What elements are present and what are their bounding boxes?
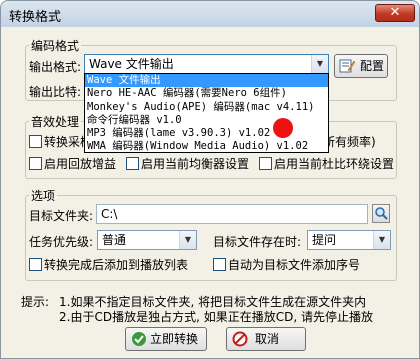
target-folder-input[interactable]: C:\	[96, 204, 368, 224]
convert-now-label: 立即转换	[150, 332, 199, 346]
effects-group-title: 音效处理	[29, 113, 82, 130]
title-bar: 转换格式 ✕	[1, 1, 419, 27]
playback-gain-label: 启用回放增益	[44, 157, 117, 171]
convert-now-button[interactable]: 立即转换	[125, 327, 207, 351]
encoding-group-title: 编码格式	[29, 37, 82, 54]
config-icon	[339, 58, 356, 73]
dropdown-option[interactable]: Wave 文件输出	[85, 74, 328, 88]
add-to-playlist-label: 转换完成后添加到播放列表	[44, 258, 189, 272]
output-format-value: Wave 文件输出	[89, 57, 174, 71]
output-format-label: 输出格式:	[29, 60, 82, 74]
tips-label: 提示:	[21, 295, 50, 309]
tips-line-2: 2.由于CD播放是独占方式, 如果正在播放CD, 请先停止播放	[59, 310, 373, 324]
chevron-down-icon[interactable]: ▼	[179, 231, 196, 249]
cancel-icon	[232, 331, 248, 347]
exists-value: 提问	[312, 233, 337, 247]
priority-label: 任务优先级:	[29, 235, 94, 249]
equalizer-checkbox[interactable]	[126, 157, 139, 170]
cancel-button[interactable]: 取消	[226, 327, 306, 351]
exists-label: 目标文件存在时:	[213, 235, 302, 249]
dropdown-option[interactable]: Monkey's Audio(APE) 编码器(mac v4.11)	[85, 101, 328, 114]
dropdown-option[interactable]: Nero HE-AAC 编码器(需要Nero 6组件)	[85, 87, 328, 100]
output-format-dropdown: Wave 文件输出 Nero HE-AAC 编码器(需要Nero 6组件) Mo…	[84, 73, 329, 153]
resample-tail-label: 所有频率)	[323, 135, 376, 149]
resample-checkbox[interactable]	[29, 135, 42, 148]
dolby-label: 启用当前杜比环绕设置	[274, 157, 395, 171]
close-button[interactable]: ✕	[375, 4, 415, 22]
config-button-label: 配置	[360, 59, 385, 73]
priority-select[interactable]: 普通 ▼	[97, 230, 197, 250]
window-title: 转换格式	[9, 10, 62, 25]
add-serial-label: 自动为目标文件添加序号	[228, 258, 361, 272]
priority-value: 普通	[102, 233, 127, 247]
output-format-select[interactable]: Wave 文件输出 ▼	[84, 54, 329, 74]
chevron-down-icon[interactable]: ▼	[373, 231, 390, 249]
playback-gain-checkbox[interactable]	[29, 157, 42, 170]
chevron-down-icon[interactable]: ▼	[311, 55, 328, 73]
exists-select[interactable]: 提问 ▼	[307, 230, 391, 250]
bitrate-label: 输出比特:	[29, 85, 82, 99]
convert-format-dialog: 转换格式 ✕ 编码格式 输出格式: Wave 文件输出 ▼ 配置 输出比特: 音…	[0, 0, 420, 359]
target-folder-value: C:\	[101, 207, 118, 221]
equalizer-label: 启用当前均衡器设置	[141, 157, 250, 171]
add-to-playlist-checkbox[interactable]	[29, 258, 42, 271]
convert-icon	[131, 331, 147, 347]
annotation-marker	[273, 118, 293, 138]
dolby-checkbox[interactable]	[259, 157, 272, 170]
target-folder-label: 目标文件夹:	[29, 209, 94, 223]
config-button[interactable]: 配置	[334, 54, 388, 78]
cancel-label: 取消	[255, 332, 280, 346]
dropdown-option[interactable]: WMA 编码器(Window Media Audio) v1.02	[85, 140, 328, 153]
browse-folder-icon[interactable]	[372, 204, 390, 223]
add-serial-checkbox[interactable]	[213, 258, 226, 271]
options-group-title: 选项	[29, 187, 58, 204]
